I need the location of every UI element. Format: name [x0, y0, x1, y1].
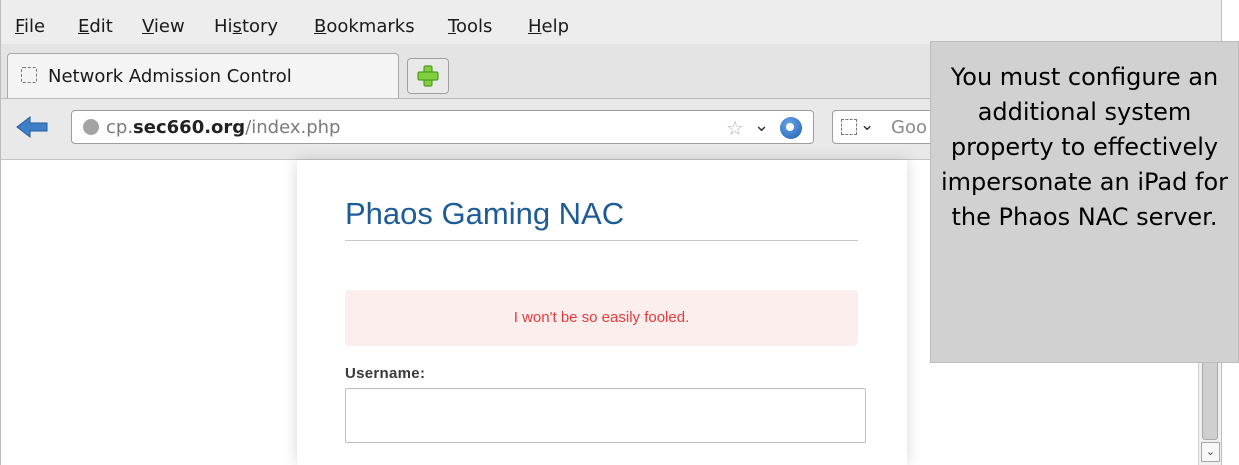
- username-input[interactable]: [345, 388, 866, 443]
- chevron-down-icon[interactable]: ⌄: [754, 115, 769, 136]
- callout-text: You must configure an additional system …: [940, 63, 1228, 231]
- menu-edit[interactable]: Edit: [78, 16, 113, 37]
- plus-icon: [417, 65, 439, 87]
- tab-network-admission-control[interactable]: Network Admission Control: [7, 53, 399, 98]
- bookmark-star-icon[interactable]: ☆: [726, 116, 744, 140]
- search-placeholder: Goo: [891, 117, 927, 138]
- menu-view-label: iew: [153, 16, 185, 37]
- menu-view[interactable]: View: [142, 16, 185, 37]
- error-alert: I won't be so easily fooled.: [345, 290, 858, 346]
- menu-bookmarks-label: ookmarks: [326, 16, 415, 37]
- url-domain: sec660.org: [133, 117, 246, 138]
- login-card: Phaos Gaming NAC I won't be so easily fo…: [297, 160, 907, 465]
- menu-tools-label: ools: [455, 16, 493, 37]
- tab-title: Network Admission Control: [48, 66, 292, 87]
- menu-file-label: ile: [24, 16, 46, 37]
- menu-file[interactable]: File: [15, 16, 45, 37]
- globe-icon: [83, 119, 99, 135]
- url-bar[interactable]: cp.sec660.org/index.php ☆ ⌄: [71, 110, 814, 144]
- menu-help-label: elp: [541, 16, 570, 37]
- scrollbar-thumb[interactable]: [1202, 350, 1218, 440]
- menu-help[interactable]: Help: [528, 16, 569, 37]
- menu-history-label-b: tory: [241, 16, 279, 37]
- title-divider: [345, 240, 858, 241]
- url-text: cp.sec660.org/index.php: [106, 117, 340, 138]
- instruction-callout: You must configure an additional system …: [930, 41, 1239, 363]
- scroll-down-button[interactable]: ⌄: [1201, 442, 1220, 462]
- menu-history[interactable]: History: [214, 16, 278, 37]
- vertical-scrollbar[interactable]: ⌄: [1198, 350, 1221, 465]
- menu-edit-label: dit: [89, 16, 113, 37]
- menu-bar: File Edit View History Bookmarks Tools H…: [1, 0, 1221, 44]
- url-prefix: cp.: [106, 117, 134, 138]
- chevron-down-icon[interactable]: ⌄: [860, 115, 874, 135]
- new-tab-button[interactable]: [407, 58, 449, 94]
- page-title: Phaos Gaming NAC: [345, 196, 625, 231]
- url-path: /index.php: [245, 117, 341, 138]
- menu-bookmarks[interactable]: Bookmarks: [314, 16, 415, 37]
- reload-icon[interactable]: [780, 117, 802, 139]
- menu-history-label-a: Hi: [214, 16, 233, 37]
- menu-tools[interactable]: Tools: [448, 16, 492, 37]
- username-label: Username:: [345, 365, 426, 382]
- back-arrow-icon[interactable]: [15, 115, 49, 139]
- search-engine-icon[interactable]: [841, 119, 857, 135]
- blank-page-icon: [21, 67, 37, 83]
